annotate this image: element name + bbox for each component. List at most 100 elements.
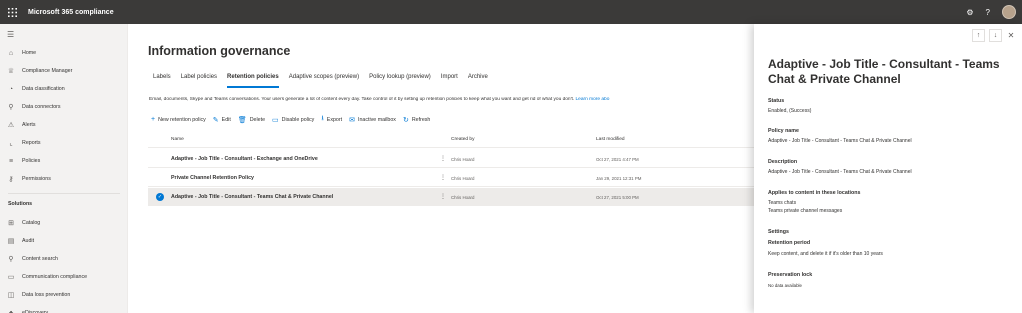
button-label: New retention policy <box>158 116 206 123</box>
disable-policy-button[interactable]: ▭ Disable policy <box>272 116 314 124</box>
nav-item-label: Content search <box>22 256 58 262</box>
policy-name: Adaptive - Job Title - Consultant - Exch… <box>171 155 318 162</box>
new-retention-policy-button[interactable]: + New retention policy <box>151 116 206 123</box>
nav-item-alerts[interactable]: ⚠ Alerts <box>0 117 128 133</box>
hamburger-menu-icon[interactable]: ☰ <box>7 30 14 39</box>
tab-labels[interactable]: Labels <box>153 74 171 88</box>
column-header-name[interactable]: Name <box>171 137 184 142</box>
arrow-down-icon[interactable]: ↓ <box>989 29 1002 42</box>
nav-item-catalog[interactable]: ⊞ Catalog <box>0 215 128 231</box>
tab-import[interactable]: Import <box>441 74 458 88</box>
panel-title: Adaptive - Job Title - Consultant - Team… <box>768 57 1000 86</box>
tab-label-policies[interactable]: Label policies <box>181 74 217 88</box>
permissions-icon: ⚷ <box>8 176 14 183</box>
disable-icon: ▭ <box>272 116 279 124</box>
created-by: Chris Hoard <box>451 156 475 162</box>
details-panel: ↑ ↓ ✕ Adaptive - Job Title - Consultant … <box>754 24 1022 313</box>
tab-adaptive-scopes[interactable]: Adaptive scopes (preview) <box>289 74 359 88</box>
location-teams-private-channel: Teams private channel messages <box>768 208 843 214</box>
refresh-button[interactable]: ↻ Refresh <box>403 116 430 124</box>
nav-item-label: Data classification <box>22 86 65 92</box>
table-row[interactable]: ✓ Adaptive - Job Title - Consultant - Te… <box>148 188 754 206</box>
app-title[interactable]: Microsoft 365 compliance <box>28 9 114 16</box>
app-launcher-icon[interactable] <box>0 0 24 24</box>
close-icon[interactable]: ✕ <box>1006 31 1016 40</box>
last-modified: Jan 29, 2021 12:31 PM <box>596 175 642 181</box>
retention-period-label: Retention period <box>768 240 811 246</box>
nav-section-solutions: Solutions <box>8 201 33 207</box>
nav-item-content-search[interactable]: ⚲ Content search <box>0 251 128 267</box>
home-icon: ⌂ <box>8 49 14 57</box>
checkmark-icon[interactable]: ✓ <box>156 193 164 201</box>
column-header-last-modified[interactable]: Last modified <box>596 137 625 142</box>
settings-icon[interactable]: ⚙ <box>966 8 973 17</box>
nav-item-label: Reports <box>22 140 41 146</box>
table-row[interactable]: Private Channel Retention Policy ⋮ Chris… <box>148 169 754 187</box>
last-modified: Oct 27, 2021 5:00 PM <box>596 194 639 200</box>
button-label: Disable policy <box>281 116 315 123</box>
more-options-icon[interactable]: ⋮ <box>440 174 446 181</box>
avatar[interactable] <box>1002 5 1016 19</box>
ediscovery-icon: ♣ <box>8 309 14 313</box>
nav-item-audit[interactable]: ▤ Audit <box>0 233 128 249</box>
nav-item-compliance-manager[interactable]: ♕ Compliance Manager <box>0 63 128 79</box>
nav-item-reports[interactable]: ⌞ Reports <box>0 135 128 151</box>
preservation-lock-value: No data available <box>768 283 802 288</box>
arrow-up-icon[interactable]: ↑ <box>972 29 985 42</box>
nav-item-communication-compliance[interactable]: ▭ Communication compliance <box>0 269 128 285</box>
nav-item-label: Communication compliance <box>22 274 88 280</box>
settings-label: Settings <box>768 229 789 235</box>
nav-item-data-connectors[interactable]: ⚲ Data connectors <box>0 99 128 115</box>
learn-more-link[interactable]: Learn more abo <box>576 97 610 102</box>
retention-period-value: Keep content, and delete it if it's olde… <box>768 251 883 257</box>
refresh-icon: ↻ <box>402 116 409 124</box>
applies-to-label: Applies to content in these locations <box>768 190 861 196</box>
trophy-icon: ♕ <box>7 68 15 75</box>
command-bar: + New retention policy ✎ Edit 🗑 Delete ▭… <box>151 114 430 125</box>
help-icon[interactable]: ? <box>986 8 990 17</box>
tab-policy-lookup[interactable]: Policy lookup (preview) <box>369 74 431 88</box>
nav-item-ediscovery[interactable]: ♣ eDiscovery ⌄ <box>0 305 128 313</box>
nav-item-label: Data connectors <box>22 104 61 110</box>
chevron-down-icon[interactable]: ⌄ <box>115 310 120 313</box>
more-options-icon[interactable]: ⋮ <box>440 155 446 162</box>
column-header-created-by[interactable]: Created by <box>451 137 474 142</box>
dlp-icon: ◫ <box>7 292 15 299</box>
status-value: Enabled, (Success) <box>768 108 812 114</box>
button-label: Refresh <box>411 116 431 123</box>
nav-item-permissions[interactable]: ⚷ Permissions <box>0 171 128 187</box>
button-label: Inactive mailbox <box>357 116 396 123</box>
edit-button[interactable]: ✎ Edit <box>213 116 231 124</box>
nav-item-label: Alerts <box>22 122 36 128</box>
delete-button[interactable]: 🗑 Delete <box>238 116 265 124</box>
inactive-mailbox-button[interactable]: ✉ Inactive mailbox <box>349 116 396 124</box>
nav-item-label: Policies <box>22 158 41 164</box>
top-bar: Microsoft 365 compliance ⚙ ? <box>0 0 1022 24</box>
nav-item-home[interactable]: ⌂ Home <box>0 45 128 61</box>
created-by: Chris Hoard <box>451 194 475 200</box>
location-teams-chats: Teams chats <box>768 200 797 206</box>
left-nav: ☰ ⌂ Home ♕ Compliance Manager ◔ Data cla… <box>0 24 128 313</box>
status-label: Status <box>768 98 785 104</box>
nav-divider <box>8 193 120 194</box>
export-button[interactable]: ⭳ Export <box>321 114 342 125</box>
main-content: Information governance Labels Label poli… <box>128 24 754 313</box>
tab-retention-policies[interactable]: Retention policies <box>227 74 279 88</box>
nav-item-label: Home <box>22 50 37 56</box>
button-label: Edit <box>221 116 231 123</box>
delete-icon: 🗑 <box>237 116 247 124</box>
page-description: Email, documents, Skype and Teams conver… <box>149 97 754 102</box>
table-header: Name Created by Last modified <box>148 132 754 148</box>
tab-bar: Labels Label policies Retention policies… <box>153 74 498 88</box>
more-options-icon[interactable]: ⋮ <box>440 193 446 200</box>
tab-archive[interactable]: Archive <box>468 74 488 88</box>
nav-item-data-classification[interactable]: ◔ Data classification <box>0 81 128 97</box>
nav-item-data-loss-prevention[interactable]: ◫ Data loss prevention <box>0 287 128 303</box>
policy-name: Private Channel Retention Policy <box>171 174 255 181</box>
policy-name: Adaptive - Job Title - Consultant - Team… <box>171 193 334 200</box>
nav-item-policies[interactable]: ≡ Policies <box>0 153 128 169</box>
edit-icon: ✎ <box>212 116 219 124</box>
alert-icon: ⚠ <box>7 122 15 129</box>
table-row[interactable]: Adaptive - Job Title - Consultant - Exch… <box>148 150 754 168</box>
connector-icon: ⚲ <box>8 104 14 111</box>
